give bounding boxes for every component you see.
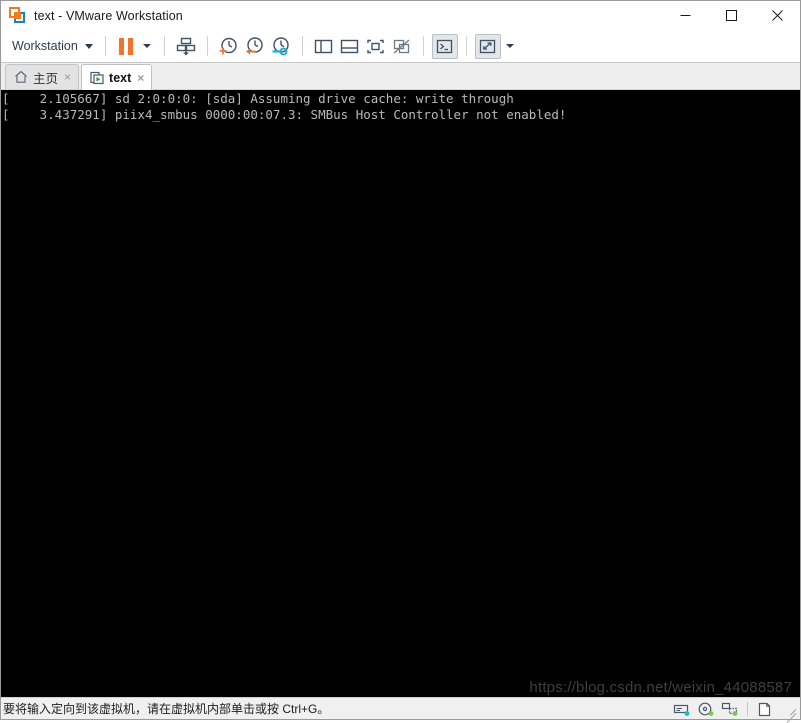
- show-library-button[interactable]: [311, 34, 337, 59]
- vm-play-icon: [90, 71, 104, 84]
- fullscreen-brackets-icon: [367, 39, 384, 53]
- send-to-server-button[interactable]: [173, 34, 199, 59]
- window-title: text - VMware Workstation: [34, 8, 183, 23]
- console-line: [ 2.105667] sd 2:0:0:0: [sda] Assuming d…: [2, 91, 514, 106]
- manage-snapshots-button[interactable]: [268, 34, 294, 59]
- hard-disk-device-icon[interactable]: [673, 702, 691, 717]
- vm-tab-bar: 主页 × text ×: [1, 63, 800, 90]
- clock-plus-icon: [219, 37, 237, 54]
- chevron-down-icon: [142, 44, 151, 48]
- status-message: 要将输入定向到该虚拟机，请在虚拟机内部单击或按 Ctrl+G。: [3, 702, 330, 716]
- terminal-prompt-icon: [437, 39, 453, 53]
- tab-home[interactable]: 主页 ×: [5, 64, 80, 89]
- status-bar: 要将输入定向到该虚拟机，请在虚拟机内部单击或按 Ctrl+G。: [1, 697, 800, 719]
- pause-dropdown-button[interactable]: [138, 34, 156, 59]
- window-controls: [662, 1, 800, 30]
- pause-vm-button[interactable]: [114, 34, 138, 59]
- deploy-boxes-down-arrow-icon: [176, 37, 195, 55]
- tab-home-label: 主页: [33, 71, 59, 86]
- revert-snapshot-button[interactable]: [242, 34, 268, 59]
- clock-wrench-icon: [272, 36, 289, 55]
- toolbar-divider: [206, 36, 208, 56]
- unity-mode-button[interactable]: [389, 34, 415, 59]
- vm-console-screen[interactable]: [ 2.105667] sd 2:0:0:0: [sda] Assuming d…: [1, 90, 800, 697]
- vmware-logo-icon: [9, 7, 26, 24]
- chevron-down-icon: [505, 44, 514, 48]
- tab-text[interactable]: text ×: [81, 64, 153, 90]
- enter-fullscreen-button[interactable]: [363, 34, 389, 59]
- unity-mode-disabled-icon: [393, 39, 410, 53]
- pause-icon: [118, 37, 133, 55]
- maximize-icon[interactable]: [708, 1, 754, 30]
- show-thumbnails-button[interactable]: [337, 34, 363, 59]
- main-toolbar: Workstation: [1, 30, 800, 63]
- tab-home-close-icon[interactable]: ×: [63, 71, 72, 83]
- tab-text-label: text: [109, 70, 132, 85]
- diagonal-arrows-expand-icon: [480, 39, 496, 53]
- console-line: [ 3.437291] piix4_smbus 0000:00:07.3: SM…: [2, 107, 567, 122]
- console-output: [ 2.105667] sd 2:0:0:0: [sda] Assuming d…: [1, 90, 800, 123]
- workstation-menu-button[interactable]: Workstation: [10, 36, 97, 56]
- title-bar: text - VMware Workstation: [1, 1, 800, 30]
- home-icon: [15, 71, 27, 83]
- toolbar-divider: [163, 36, 165, 56]
- take-snapshot-button[interactable]: [216, 34, 242, 59]
- printer-device-icon[interactable]: [756, 702, 774, 717]
- toolbar-divider: [301, 36, 303, 56]
- toolbar-divider: [465, 36, 467, 56]
- panel-bottom-split-icon: [341, 39, 359, 53]
- watermark-text: https://blog.csdn.net/weixin_44088587: [529, 679, 792, 696]
- stretch-dropdown-button[interactable]: [501, 34, 519, 59]
- status-divider: [747, 702, 748, 716]
- cd-dvd-device-icon[interactable]: [697, 702, 715, 717]
- panel-left-split-icon: [315, 39, 333, 53]
- status-device-tray: [673, 698, 800, 720]
- clock-back-arrow-icon: [246, 36, 263, 54]
- workstation-menu-label: Workstation: [12, 39, 78, 53]
- minimize-icon[interactable]: [662, 1, 708, 30]
- close-icon[interactable]: [754, 1, 800, 30]
- console-view-button[interactable]: [431, 33, 458, 59]
- network-adapter-device-icon[interactable]: [721, 702, 739, 717]
- resize-grip-icon[interactable]: [782, 702, 796, 716]
- stretch-view-button[interactable]: [474, 33, 501, 59]
- chevron-down-icon: [84, 43, 93, 49]
- toolbar-divider: [422, 36, 424, 56]
- tab-text-close-icon[interactable]: ×: [136, 72, 145, 84]
- toolbar-divider: [104, 36, 106, 56]
- vmware-workstation-window: text - VMware Workstation Workstation 主页…: [0, 0, 801, 720]
- title-bar-left: text - VMware Workstation: [1, 7, 183, 24]
